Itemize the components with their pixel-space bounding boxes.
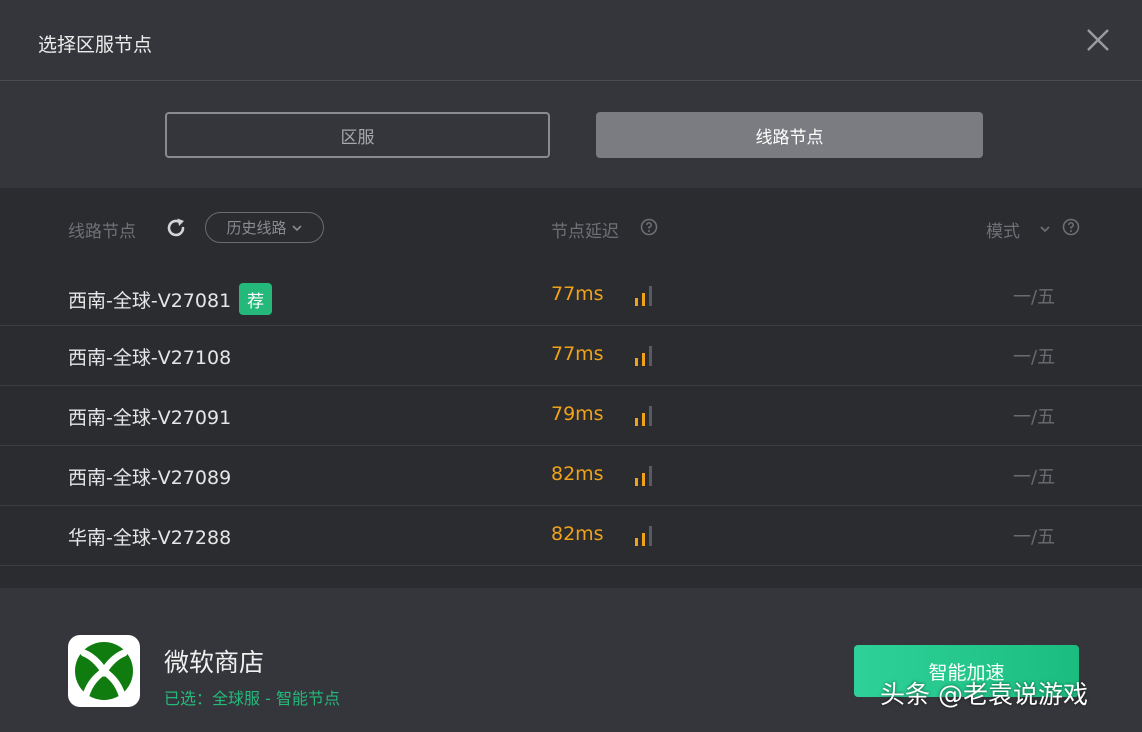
node-mode: 一/五 — [1013, 467, 1056, 488]
node-mode: 一/五 — [1013, 407, 1056, 428]
tab-region[interactable]: 区服 — [165, 112, 550, 158]
mode-chevron-down-icon[interactable] — [1039, 223, 1051, 235]
latency-help-icon[interactable] — [640, 218, 658, 236]
column-node-label: 线路节点 — [68, 222, 136, 242]
selected-server-text: 已选：全球服 - 智能节点 — [164, 689, 340, 708]
node-list: 线路节点 历史线路 节点延迟 模式 西南-全球-V27081 荐 77ms 一/… — [0, 188, 1142, 588]
column-latency-label: 节点延迟 — [551, 222, 619, 242]
app-name: 微软商店 — [164, 648, 265, 677]
signal-icon — [635, 466, 652, 486]
column-mode-label[interactable]: 模式 — [986, 217, 1020, 242]
signal-icon — [635, 406, 652, 426]
node-name: 华南-全球-V27288 — [68, 527, 232, 549]
history-lines-button[interactable]: 历史线路 — [205, 212, 324, 243]
refresh-icon[interactable] — [164, 216, 188, 240]
node-name-wrap: 西南-全球-V27081 荐 — [68, 283, 273, 315]
node-name: 西南-全球-V27108 — [68, 347, 232, 369]
node-name: 西南-全球-V27089 — [68, 467, 232, 489]
node-latency: 82ms — [551, 523, 604, 545]
list-header: 线路节点 历史线路 节点延迟 模式 — [0, 188, 1142, 266]
node-mode: 一/五 — [1013, 287, 1056, 308]
node-mode: 一/五 — [1013, 527, 1056, 548]
node-latency: 79ms — [551, 403, 604, 425]
node-latency: 77ms — [551, 283, 604, 305]
node-name: 西南-全球-V27091 — [68, 407, 232, 429]
watermark-text: 头条 @老袁说游戏 — [880, 680, 1088, 709]
xbox-logo-icon — [68, 635, 140, 707]
node-row[interactable]: 华南-全球-V27288 82ms 一/五 — [0, 506, 1142, 566]
node-row-partial[interactable] — [0, 566, 1142, 588]
node-name: 西南-全球-V27081 — [68, 289, 232, 312]
signal-icon — [635, 286, 652, 306]
history-lines-label: 历史线路 — [226, 219, 287, 237]
node-row[interactable]: 西南-全球-V27089 82ms 一/五 — [0, 446, 1142, 506]
dialog-title-bar: 选择区服节点 — [0, 0, 1142, 81]
node-latency: 77ms — [551, 343, 604, 365]
recommended-badge: 荐 — [239, 283, 273, 315]
signal-icon — [635, 526, 652, 546]
node-row[interactable]: 西南-全球-V27091 79ms 一/五 — [0, 386, 1142, 446]
chevron-down-icon — [291, 224, 302, 231]
tab-bar: 区服 线路节点 — [0, 81, 1142, 188]
close-icon[interactable] — [1084, 26, 1112, 54]
dialog-title: 选择区服节点 — [38, 34, 153, 56]
signal-icon — [635, 346, 652, 366]
node-row[interactable]: 西南-全球-V27108 77ms 一/五 — [0, 326, 1142, 386]
node-mode: 一/五 — [1013, 347, 1056, 368]
mode-help-icon[interactable] — [1062, 218, 1080, 236]
node-row[interactable]: 西南-全球-V27081 荐 77ms 一/五 — [0, 266, 1142, 326]
tab-line-node[interactable]: 线路节点 — [596, 112, 983, 158]
node-latency: 82ms — [551, 463, 604, 485]
